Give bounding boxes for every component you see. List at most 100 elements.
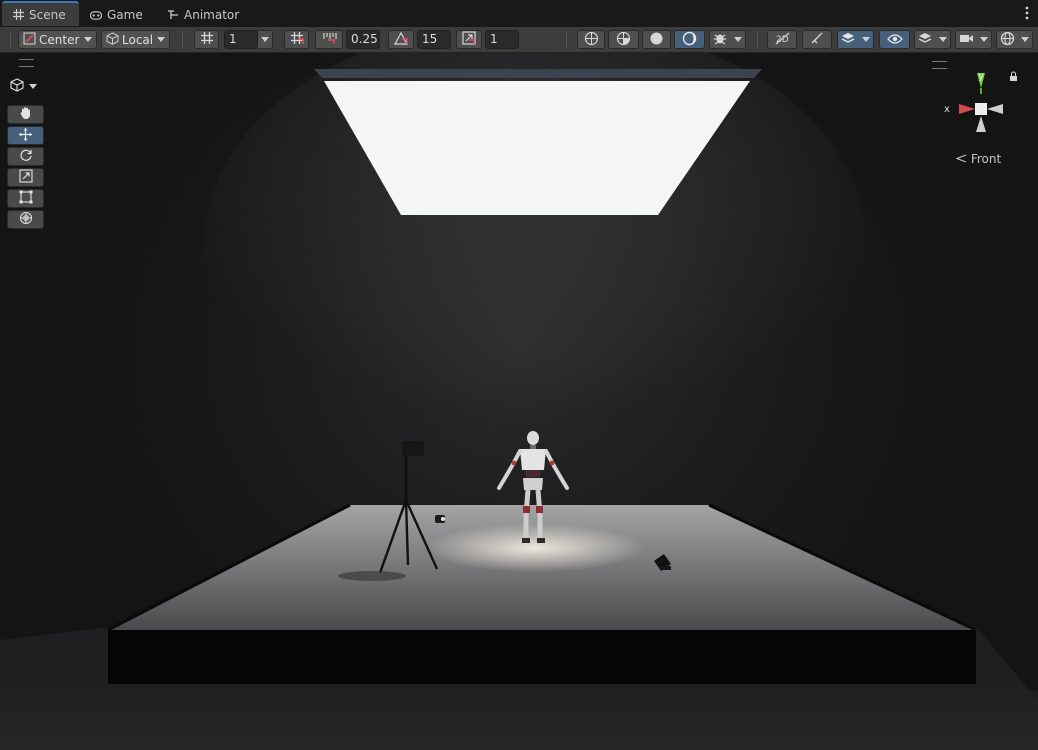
stage-front-edge [108, 630, 976, 684]
overlay-grip-handle[interactable] [19, 59, 34, 67]
chevron-down-icon [733, 37, 742, 42]
lighting-off-icon [810, 31, 824, 48]
unlit-sphere-icon [682, 31, 697, 49]
scene-lighting-button[interactable] [802, 30, 832, 49]
angle-snap-icon [393, 31, 409, 48]
local-cube-icon [106, 31, 119, 48]
shaded-mode-button[interactable] [642, 30, 671, 49]
effects-layers-icon [841, 31, 855, 48]
chevron-down-icon [980, 37, 988, 42]
camera-settings-dropdown[interactable] [955, 30, 992, 49]
scale-icon [18, 169, 33, 186]
tab-game[interactable]: Game [90, 3, 143, 27]
increment-snap-button[interactable] [315, 30, 343, 49]
orientation-gizmo[interactable]: x y [941, 69, 1021, 141]
rect-tool-button[interactable] [7, 189, 44, 208]
pivot-rotation-value: Local [122, 32, 154, 47]
transform-icon [19, 211, 33, 228]
scene-toolbar: Center Local 1 0.25 15 1 2D [0, 27, 1038, 53]
x-axis-label: x [944, 104, 950, 115]
eye-icon [886, 33, 903, 47]
gizmos-dropdown[interactable] [996, 30, 1033, 49]
grid-size-dropdown[interactable] [258, 30, 273, 49]
tab-scene[interactable]: Scene [2, 1, 79, 26]
scene-render [0, 53, 1038, 750]
toolbar-grip-handle[interactable] [10, 32, 13, 47]
grid-icon [12, 9, 24, 21]
scale-snap-field[interactable]: 1 [485, 30, 519, 49]
chevron-down-icon [261, 37, 269, 42]
hand-icon [19, 106, 33, 123]
gizmo-globe-icon [1000, 31, 1015, 49]
hand-tool-button[interactable] [7, 105, 44, 124]
bug-icon [713, 31, 727, 48]
light-panel-frame [314, 69, 762, 78]
debug-draw-dropdown[interactable] [709, 30, 746, 49]
unlit-mode-button[interactable] [674, 30, 705, 49]
toolbar-grip-handle[interactable] [182, 32, 185, 47]
chevron-down-icon [157, 37, 165, 42]
grid-snap-icon [200, 31, 214, 48]
rotate-tool-button[interactable] [7, 147, 44, 166]
transform-tool-button[interactable] [7, 210, 44, 229]
gamepad-icon [90, 9, 102, 21]
pivot-center-icon [23, 32, 36, 48]
shaded-sphere-icon [649, 31, 664, 49]
rotation-snap-button[interactable] [388, 30, 414, 49]
wireframe-sphere-icon [584, 31, 599, 49]
camera-icon [959, 33, 974, 47]
grid-size-field[interactable]: 1 [224, 30, 258, 49]
scale-snap-button[interactable] [456, 30, 482, 49]
rect-transform-icon [19, 190, 33, 207]
small-floor-light[interactable] [435, 515, 445, 523]
tab-animator[interactable]: Animator [167, 3, 239, 27]
animator-icon [167, 9, 179, 21]
grid-visibility-button[interactable] [194, 30, 219, 49]
2d-toggle-icon: 2D [775, 32, 790, 48]
scene-viewport[interactable]: x y Front [0, 53, 1038, 750]
move-icon [18, 127, 33, 145]
cube-icon [10, 78, 24, 95]
more-options-icon[interactable] [1025, 6, 1029, 20]
shaded-wireframe-icon [616, 31, 631, 49]
snap-grid-icon [290, 31, 304, 48]
chevron-down-icon [861, 37, 870, 42]
tools-overlay [7, 105, 44, 231]
tab-animator-label: Animator [184, 8, 240, 22]
toggle-2d-button[interactable]: 2D [767, 30, 797, 49]
increment-snap-field[interactable]: 0.25 [346, 30, 380, 49]
pivot-rotation-dropdown[interactable]: Local [101, 30, 170, 49]
gizmo-grip-handle[interactable] [932, 61, 947, 69]
toolbar-grip-handle[interactable] [757, 32, 760, 47]
spotlight-pool [425, 524, 645, 572]
neg-x-axis-cone[interactable] [987, 104, 1003, 114]
chevron-down-icon [84, 37, 92, 42]
move-tool-button[interactable] [7, 126, 44, 145]
scene-tab-bar: Scene Game Animator [0, 0, 1038, 27]
grid-snapping-button[interactable] [284, 30, 309, 49]
gizmo-center-cube[interactable] [975, 103, 987, 115]
view-direction-text: Front [970, 152, 1002, 166]
y-axis-label: y [978, 71, 984, 82]
pivot-mode-dropdown[interactable]: Center [18, 30, 97, 49]
wireframe-mode-button[interactable] [577, 30, 605, 49]
chevron-down-icon [29, 84, 37, 89]
svg-text:2D: 2D [776, 35, 789, 45]
scene-visibility-button[interactable] [879, 30, 910, 49]
layers-dropdown[interactable] [914, 30, 951, 49]
shaded-wireframe-button[interactable] [608, 30, 639, 49]
x-axis-cone[interactable] [959, 104, 975, 114]
toolbar-grip-handle[interactable] [566, 32, 569, 47]
ruler-snap-icon [322, 31, 337, 48]
layers-icon [918, 31, 932, 48]
lock-icon[interactable] [1010, 71, 1017, 81]
view-options-dropdown[interactable] [10, 78, 37, 95]
neg-y-axis-cone[interactable] [976, 116, 986, 132]
scale-tool-button[interactable] [7, 168, 44, 187]
rotate-icon [19, 148, 33, 165]
chevron-down-icon [938, 37, 947, 42]
view-direction-label[interactable]: Front [955, 152, 1002, 166]
rotation-snap-field[interactable]: 15 [417, 30, 451, 49]
perspective-toggle-icon [955, 152, 971, 166]
scene-effects-dropdown[interactable] [837, 30, 874, 49]
